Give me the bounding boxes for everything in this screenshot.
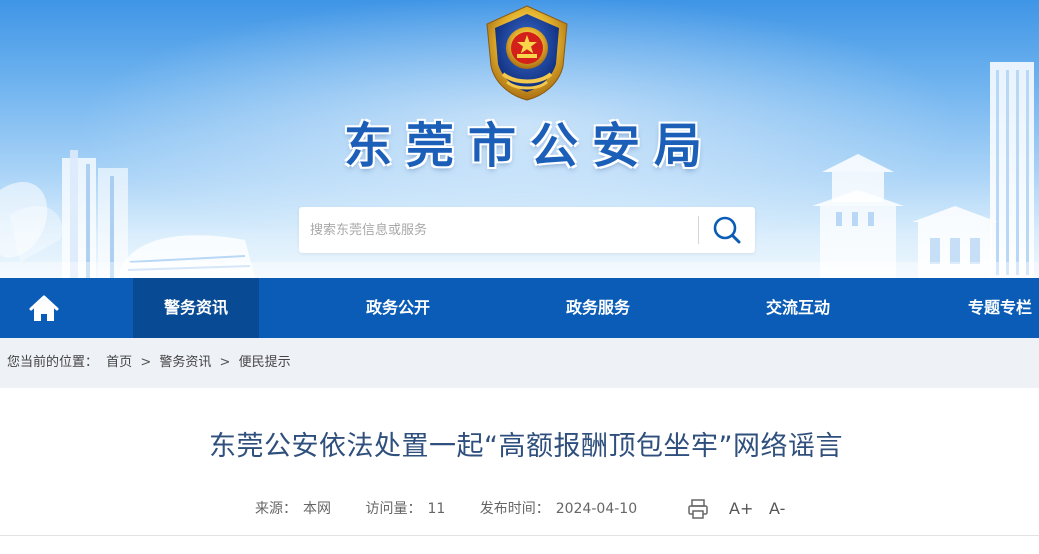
site-title: 东莞市公安局 xyxy=(343,118,716,174)
main-nav: 警务资讯 政务公开 政务服务 交流互动 专题专栏 xyxy=(0,278,1039,338)
visits-label: 访问量： xyxy=(365,501,422,517)
breadcrumb-separator: > xyxy=(140,355,152,370)
article-visits: 访问量： 11 xyxy=(365,498,445,520)
nav-item-government-affairs[interactable]: 政务公开 xyxy=(335,278,461,338)
font-increase-icon: A+ xyxy=(729,499,754,518)
breadcrumb-prefix: 您当前的位置： xyxy=(7,355,99,370)
police-emblem-icon xyxy=(486,5,568,101)
search-divider xyxy=(698,216,699,244)
breadcrumb: 您当前的位置： 首页 > 警务资讯 > 便民提示 xyxy=(0,338,1039,388)
header-banner: 东莞市公安局 xyxy=(0,0,1039,278)
home-icon xyxy=(29,295,59,321)
nav-item-special-topics[interactable]: 专题专栏 xyxy=(937,278,1039,338)
date-value: 2024-04-10 xyxy=(555,501,638,517)
breadcrumb-separator: > xyxy=(219,355,231,370)
visits-value: 11 xyxy=(427,501,446,517)
article-title: 东莞公安依法处置一起“高额报酬顶包坐牢”网络谣言 xyxy=(209,431,843,462)
date-label: 发布时间： xyxy=(479,501,550,517)
print-button[interactable] xyxy=(687,498,709,520)
font-increase-button[interactable]: A+ xyxy=(729,498,754,520)
nav-item-police-news[interactable]: 警务资讯 xyxy=(133,278,259,338)
source-label: 来源： xyxy=(255,501,297,517)
font-decrease-icon: A- xyxy=(769,499,786,518)
source-value: 本网 xyxy=(303,501,331,517)
nav-item-interaction[interactable]: 交流互动 xyxy=(735,278,861,338)
article-date: 发布时间： 2024-04-10 xyxy=(480,498,637,520)
nav-home-button[interactable] xyxy=(0,278,88,338)
print-icon xyxy=(688,499,708,519)
search-input[interactable] xyxy=(299,207,697,253)
breadcrumb-item-home[interactable]: 首页 xyxy=(106,355,132,370)
breadcrumb-item-police-news[interactable]: 警务资讯 xyxy=(159,355,211,370)
search-icon xyxy=(713,216,741,244)
article-meta: 来源： 本网 访问量： 11 发布时间： 2024-04-10 xyxy=(255,498,667,520)
divider xyxy=(0,535,1039,536)
search-button[interactable] xyxy=(704,213,750,247)
breadcrumb-item-tips[interactable]: 便民提示 xyxy=(239,355,291,370)
search-box xyxy=(299,207,755,253)
nav-item-government-services[interactable]: 政务服务 xyxy=(535,278,661,338)
font-decrease-button[interactable]: A- xyxy=(769,498,791,520)
article-source: 来源： 本网 xyxy=(255,498,331,520)
